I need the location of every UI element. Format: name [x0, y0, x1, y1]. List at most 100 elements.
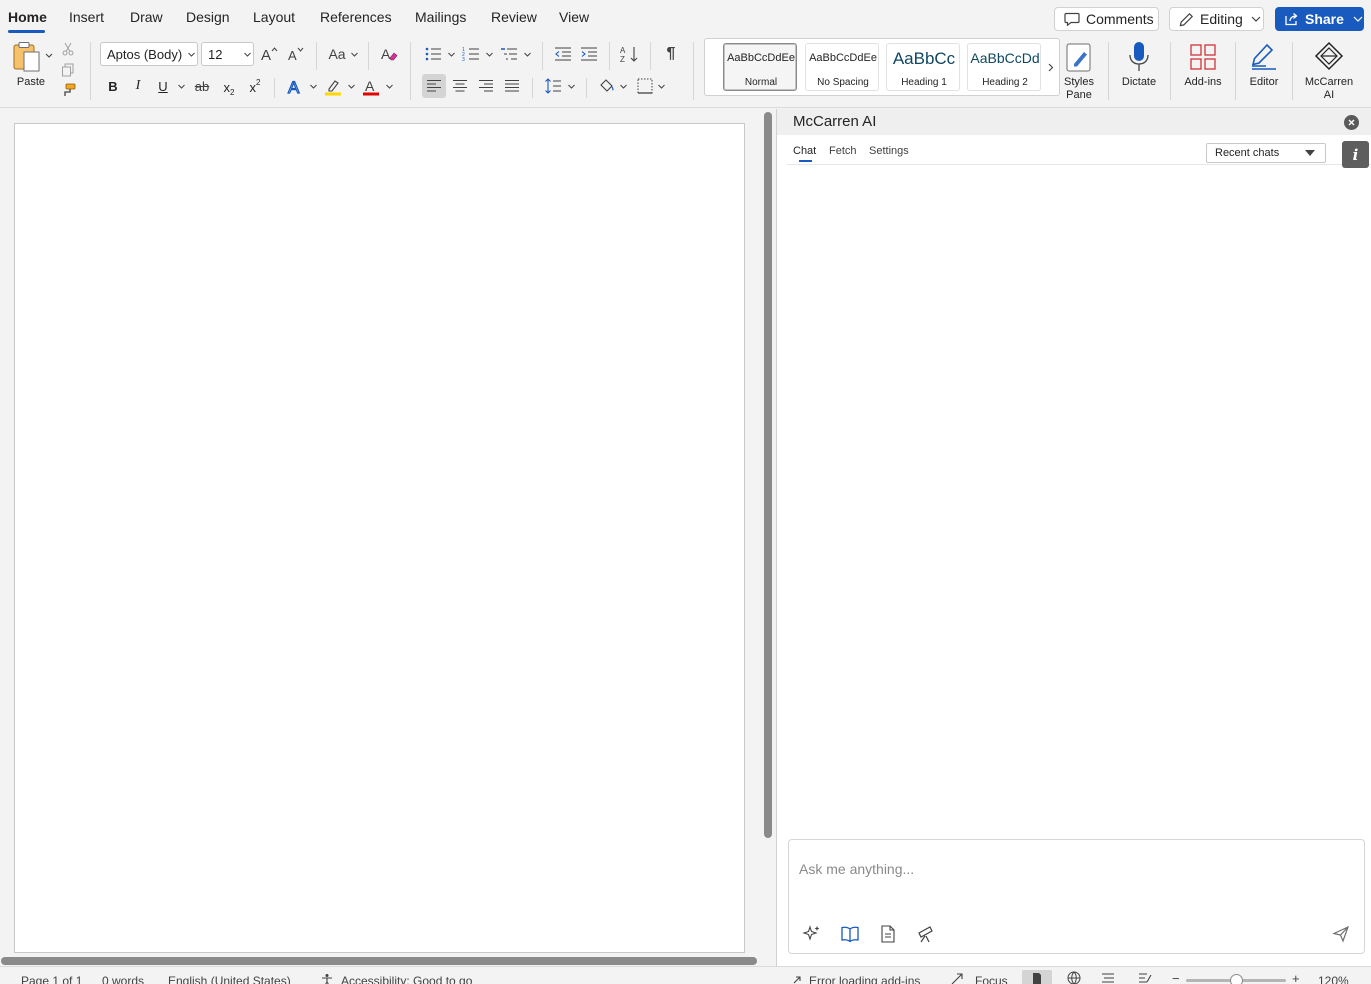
underline-button[interactable]: U [154, 76, 172, 96]
tab-references[interactable]: References [320, 9, 392, 25]
recent-chats-select[interactable]: Recent chats [1206, 143, 1326, 163]
paste-button[interactable] [10, 40, 44, 74]
underline-options-chevron-icon[interactable] [178, 84, 185, 89]
add-ins-button[interactable] [1186, 40, 1220, 74]
document-button[interactable] [877, 923, 899, 945]
pane-tab-settings[interactable]: Settings [869, 145, 909, 157]
align-center-button[interactable] [450, 74, 470, 98]
shading-button[interactable] [596, 74, 618, 98]
show-formatting-marks-button[interactable]: ¶ [661, 43, 681, 65]
styles-pane-button[interactable] [1064, 40, 1094, 74]
italic-label: I [135, 78, 141, 93]
multilevel-list-button[interactable] [499, 43, 519, 65]
share-button[interactable]: Share [1275, 7, 1364, 31]
zoom-in-button[interactable]: + [1292, 971, 1300, 984]
justify-button[interactable] [502, 74, 522, 98]
info-button[interactable]: i [1342, 141, 1369, 168]
sparkle-button[interactable] [801, 923, 823, 945]
cut-button[interactable] [60, 41, 76, 57]
comments-button[interactable]: Comments [1054, 7, 1159, 31]
addins-error-status[interactable]: Error loading add-ins [809, 974, 920, 984]
language-indicator[interactable]: English (United States) [168, 974, 291, 984]
chat-input[interactable] [789, 840, 1364, 884]
close-pane-button[interactable] [1344, 115, 1359, 130]
font-color-button[interactable]: A [360, 76, 382, 98]
zoom-out-button[interactable]: − [1172, 971, 1180, 984]
borders-icon [637, 78, 653, 94]
print-layout-view-button[interactable] [1022, 970, 1052, 984]
web-layout-view-button[interactable] [1064, 970, 1084, 984]
increase-indent-button[interactable] [579, 43, 599, 65]
focus-mode-button[interactable]: Focus [975, 974, 1008, 984]
numbering-button[interactable]: 123 [461, 43, 481, 65]
style-no-spacing[interactable]: AaBbCcDdEe No Spacing [805, 43, 879, 91]
zoom-slider-thumb[interactable] [1230, 974, 1243, 984]
grow-font-button[interactable]: A [259, 43, 279, 65]
subscript-button[interactable]: x2 [220, 76, 238, 98]
tab-insert[interactable]: Insert [69, 9, 104, 25]
styles-more-button[interactable] [1045, 57, 1057, 77]
style-normal[interactable]: AaBbCcDdEe Normal [723, 43, 797, 91]
align-right-button[interactable] [476, 74, 496, 98]
tab-home[interactable]: Home [8, 9, 47, 25]
highlight-button[interactable] [322, 76, 344, 98]
tab-layout[interactable]: Layout [253, 9, 295, 25]
numbering-chevron-icon[interactable] [486, 52, 493, 57]
pane-tab-fetch[interactable]: Fetch [829, 145, 857, 157]
format-painter-button[interactable] [60, 82, 76, 98]
borders-chevron-icon[interactable] [658, 84, 665, 89]
tab-design[interactable]: Design [186, 9, 230, 25]
document-page[interactable] [14, 123, 745, 953]
italic-button[interactable]: I [129, 76, 147, 96]
tab-draw[interactable]: Draw [130, 9, 163, 25]
pane-tab-chat[interactable]: Chat [793, 145, 816, 157]
multilevel-chevron-icon[interactable] [524, 52, 531, 57]
outline-view-button[interactable] [1098, 970, 1118, 984]
style-heading-2[interactable]: AaBbCcDd Heading 2 [967, 43, 1041, 91]
horizontal-scrollbar[interactable] [1, 957, 757, 965]
text-effects-chevron-icon[interactable] [310, 84, 317, 89]
mccarren-ai-button[interactable] [1313, 40, 1345, 72]
copy-button[interactable] [60, 62, 76, 78]
font-size-select[interactable]: 12 [201, 42, 254, 66]
tab-view[interactable]: View [559, 9, 589, 25]
font-family-select[interactable]: Aptos (Body) [100, 42, 198, 66]
tab-review[interactable]: Review [491, 9, 537, 25]
bullets-button[interactable] [423, 43, 443, 65]
dictate-button[interactable] [1124, 40, 1154, 74]
page-count[interactable]: Page 1 of 1 [21, 974, 82, 984]
shrink-font-button[interactable]: A [285, 43, 305, 65]
editor-button[interactable] [1248, 40, 1280, 74]
change-case-button[interactable]: Aa [326, 43, 360, 65]
send-button[interactable] [1330, 923, 1352, 945]
bold-button[interactable]: B [104, 76, 122, 96]
strikethrough-button[interactable]: ab [192, 76, 212, 96]
clear-formatting-button[interactable]: A [378, 43, 400, 65]
task-pane-header: McCarren AI [777, 109, 1371, 135]
sort-icon: AZ [620, 45, 640, 63]
vertical-scrollbar[interactable] [764, 112, 772, 838]
telescope-button[interactable] [915, 923, 937, 945]
text-effects-icon: A [286, 78, 304, 96]
highlight-chevron-icon[interactable] [348, 84, 355, 89]
decrease-indent-button[interactable] [553, 43, 573, 65]
shading-chevron-icon[interactable] [620, 84, 627, 89]
editing-mode-button[interactable]: Editing [1169, 7, 1264, 31]
borders-button[interactable] [634, 74, 656, 98]
draft-view-button[interactable] [1135, 970, 1155, 984]
align-left-button[interactable] [422, 74, 446, 98]
style-heading-1[interactable]: AaBbCc Heading 1 [886, 43, 960, 91]
line-spacing-button[interactable] [542, 74, 564, 98]
font-color-chevron-icon[interactable] [386, 84, 393, 89]
tab-mailings[interactable]: Mailings [415, 9, 466, 25]
book-button[interactable] [839, 923, 861, 945]
zoom-level[interactable]: 120% [1318, 974, 1349, 984]
line-spacing-chevron-icon[interactable] [568, 84, 575, 89]
sort-button[interactable]: AZ [619, 43, 641, 65]
superscript-button[interactable]: x2 [246, 76, 264, 98]
bullets-chevron-icon[interactable] [448, 52, 455, 57]
text-effects-button[interactable]: A [284, 76, 306, 98]
paste-options-chevron-icon[interactable] [45, 53, 53, 58]
accessibility-status[interactable]: Accessibility: Good to go [341, 974, 472, 984]
word-count[interactable]: 0 words [102, 974, 144, 984]
